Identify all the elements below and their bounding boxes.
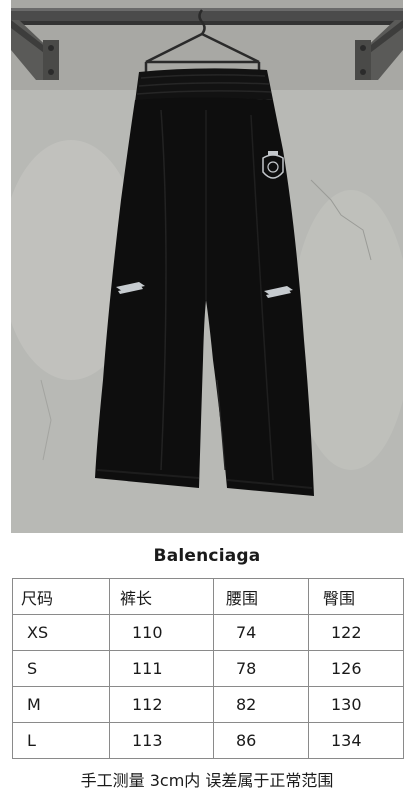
size-table: 尺码 裤长 腰围 臀围 XS 110 74 122 S 111 78 126 M… (12, 578, 404, 759)
cell-hip: 122 (308, 614, 404, 651)
cell-hip: 130 (308, 686, 404, 723)
cell-length: 111 (109, 650, 214, 687)
table-row: L 113 86 134 (12, 722, 404, 759)
product-photo-svg (11, 0, 403, 533)
cell-hip: 126 (308, 650, 404, 687)
cell-length: 112 (109, 686, 214, 723)
header-waist: 腰围 (213, 578, 309, 615)
cell-size: XS (12, 614, 110, 651)
table-row: XS 110 74 122 (12, 614, 404, 651)
cell-length: 113 (109, 722, 214, 759)
cell-size: M (12, 686, 110, 723)
size-table-header-row: 尺码 裤长 腰围 臀围 (12, 578, 404, 615)
cell-size: L (12, 722, 110, 759)
cell-size: S (12, 650, 110, 687)
header-size: 尺码 (12, 578, 110, 615)
header-length: 裤长 (109, 578, 214, 615)
cell-waist: 78 (213, 650, 309, 687)
table-row: S 111 78 126 (12, 650, 404, 687)
brand-title: Balenciaga (153, 546, 261, 566)
cell-waist: 82 (213, 686, 309, 723)
cell-hip: 134 (308, 722, 404, 759)
measurement-note: 手工测量 3cm内 误差属于正常范围 (80, 771, 334, 790)
table-row: M 112 82 130 (12, 686, 404, 723)
product-photo (11, 0, 403, 533)
header-hip: 臀围 (308, 578, 404, 615)
cell-length: 110 (109, 614, 214, 651)
cell-waist: 86 (213, 722, 309, 759)
cell-waist: 74 (213, 614, 309, 651)
